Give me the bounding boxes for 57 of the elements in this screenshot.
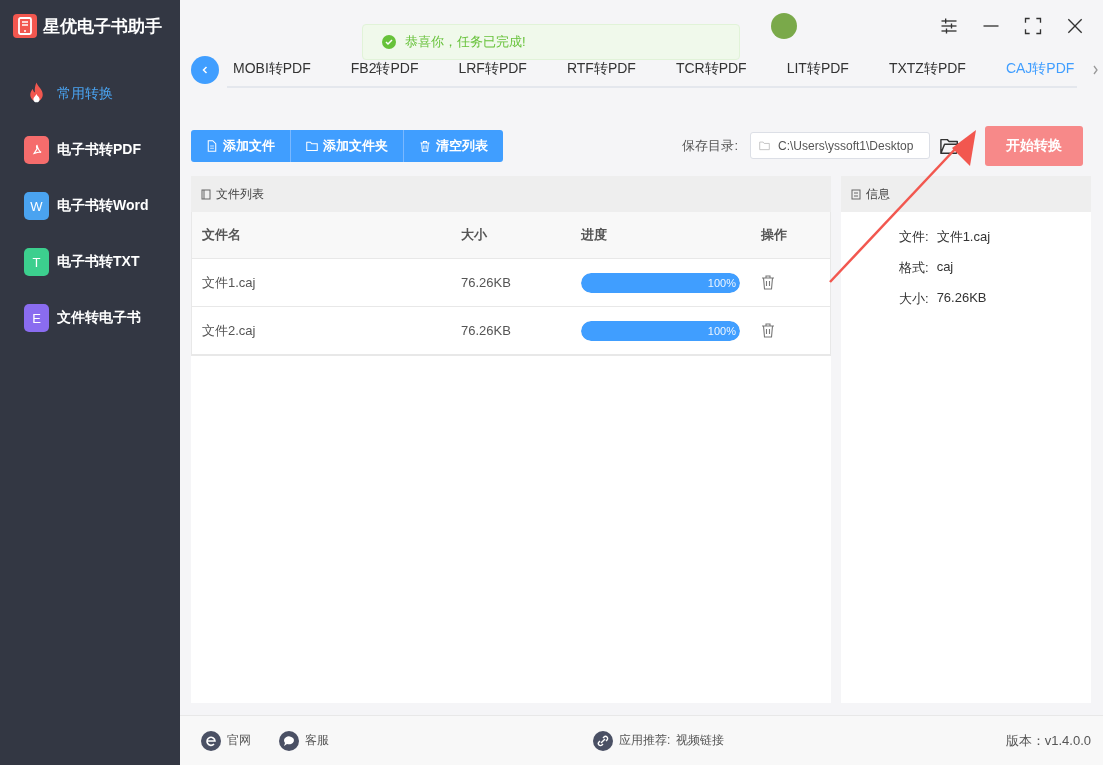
link-icon: [593, 730, 613, 751]
path-field[interactable]: C:\Users\yssoft1\Desktop: [750, 132, 930, 159]
chevron-left-icon: [200, 65, 210, 75]
close-icon[interactable]: [1065, 16, 1085, 36]
file-name: 文件1.caj: [192, 259, 451, 307]
document-icon: W: [24, 192, 49, 220]
trash-icon: [419, 139, 431, 152]
column-header: 文件名: [192, 212, 451, 259]
sidebar-item[interactable]: T 电子书转TXT: [0, 234, 180, 290]
settings-icon[interactable]: [939, 16, 959, 36]
sidebar-item[interactable]: 常用转换: [0, 66, 180, 122]
support-link[interactable]: 客服: [305, 732, 329, 749]
sidebar-item[interactable]: 电子书转PDF: [0, 122, 180, 178]
success-check-icon: [382, 35, 396, 49]
info-label: 格式:: [899, 259, 929, 277]
document-icon: E: [24, 304, 49, 332]
tab[interactable]: TXTZ转PDF: [888, 52, 966, 86]
progress-reading: 100%: [707, 276, 736, 289]
document-icon: T: [24, 248, 49, 276]
column-header: 大小: [451, 212, 571, 259]
info-value: 76.26KB: [936, 290, 987, 307]
app-logo-icon: [13, 14, 37, 38]
app-title: 星优电子书助手: [43, 15, 162, 38]
folder-icon: [306, 139, 318, 152]
trash-icon[interactable]: [761, 275, 775, 290]
document-icon: [206, 139, 218, 152]
column-header: 进度: [571, 212, 751, 259]
panel-title: 信息: [866, 185, 890, 203]
tab[interactable]: MOBI转PDF: [233, 52, 311, 86]
list-icon: [201, 188, 211, 200]
tab[interactable]: LIT转PDF: [786, 52, 849, 86]
sidebar-item[interactable]: W 电子书转Word: [0, 178, 180, 234]
back-button[interactable]: [191, 56, 219, 84]
recommend-label: 应用推荐:: [619, 732, 671, 749]
info-label: 文件:: [899, 228, 929, 246]
file-name: 文件2.caj: [192, 307, 451, 355]
avatar[interactable]: [771, 13, 797, 39]
version-text: 版本：v1.4.0.0: [1005, 731, 1091, 750]
file-size: 76.26KB: [451, 307, 571, 355]
file-size: 76.26KB: [451, 259, 571, 307]
maximize-icon[interactable]: [1023, 16, 1043, 36]
info-value: caj: [936, 259, 954, 276]
folder-icon: [759, 140, 770, 151]
video-link[interactable]: 视频链接: [676, 732, 725, 749]
website-link[interactable]: 官网: [227, 732, 251, 749]
save-directory-label: 保存目录:: [682, 136, 738, 155]
globe-icon[interactable]: [201, 730, 221, 751]
column-header: 操作: [751, 212, 830, 259]
info-card-icon: [851, 188, 861, 200]
panel-title: 文件列表: [216, 185, 264, 203]
info-label: 大小:: [899, 290, 929, 308]
progress-reading: 100%: [707, 324, 736, 337]
sidebar-item[interactable]: E 文件转电子书: [0, 290, 180, 346]
chat-icon[interactable]: [279, 730, 299, 751]
toast-message: 恭喜你，任务已完成!: [405, 33, 526, 51]
trash-icon[interactable]: [761, 323, 775, 338]
info-value: 文件1.caj: [936, 228, 991, 246]
